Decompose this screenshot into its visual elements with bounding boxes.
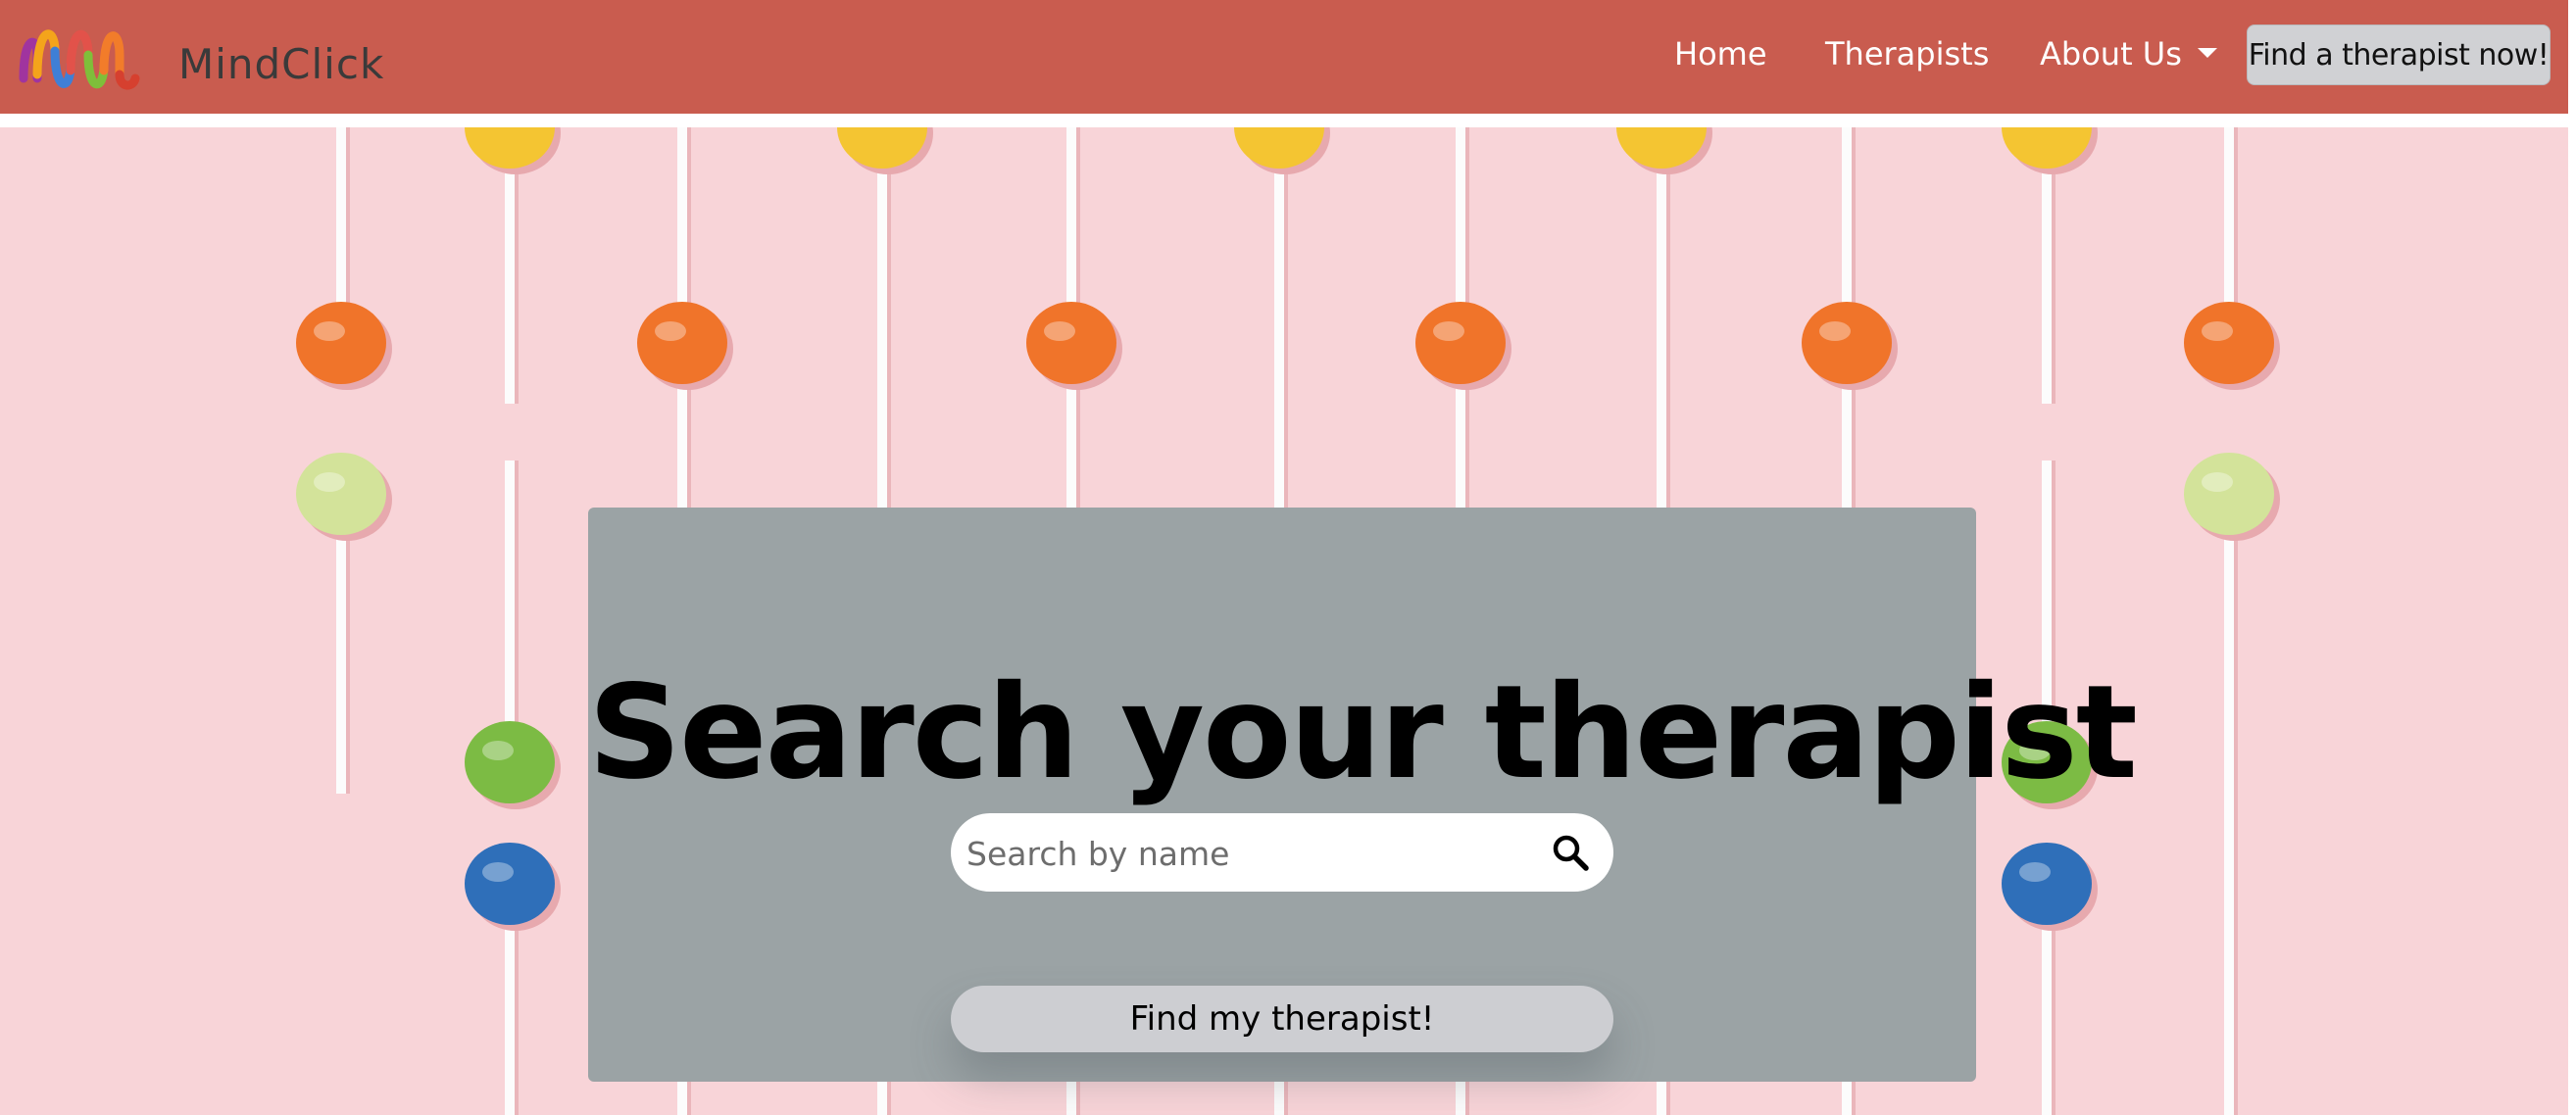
search-box [951, 813, 1613, 894]
navbar-divider [0, 114, 2576, 127]
nav-link-about-us-label: About Us [2040, 35, 2182, 73]
brand-name: MindClick [178, 39, 385, 88]
nav-link-home-label: Home [1674, 35, 1767, 73]
search-icon[interactable] [1551, 833, 1590, 872]
nav-link-therapists[interactable]: Therapists [1825, 35, 1989, 73]
hero-section: Search your therapist Find my therapist! [0, 127, 2568, 1115]
nav-dropdown-about-us[interactable]: About Us [2040, 35, 2217, 73]
nav-link-therapists-label: Therapists [1825, 35, 1990, 73]
find-my-therapist-button[interactable]: Find my therapist! [951, 986, 1613, 1052]
mindclick-logo-icon [19, 29, 140, 90]
nav-link-home[interactable]: Home [1674, 35, 1767, 73]
brand-home-link[interactable]: MindClick [16, 16, 384, 98]
page-title: Search your therapist [588, 657, 2138, 809]
top-navbar: MindClick Home Therapists About Us Find … [0, 0, 2568, 114]
find-therapist-now-button[interactable]: Find a therapist now! [2247, 24, 2551, 85]
caret-down-icon [2197, 48, 2217, 58]
search-input[interactable] [965, 813, 1527, 894]
search-card: Search your therapist Find my therapist! [588, 508, 2138, 1082]
